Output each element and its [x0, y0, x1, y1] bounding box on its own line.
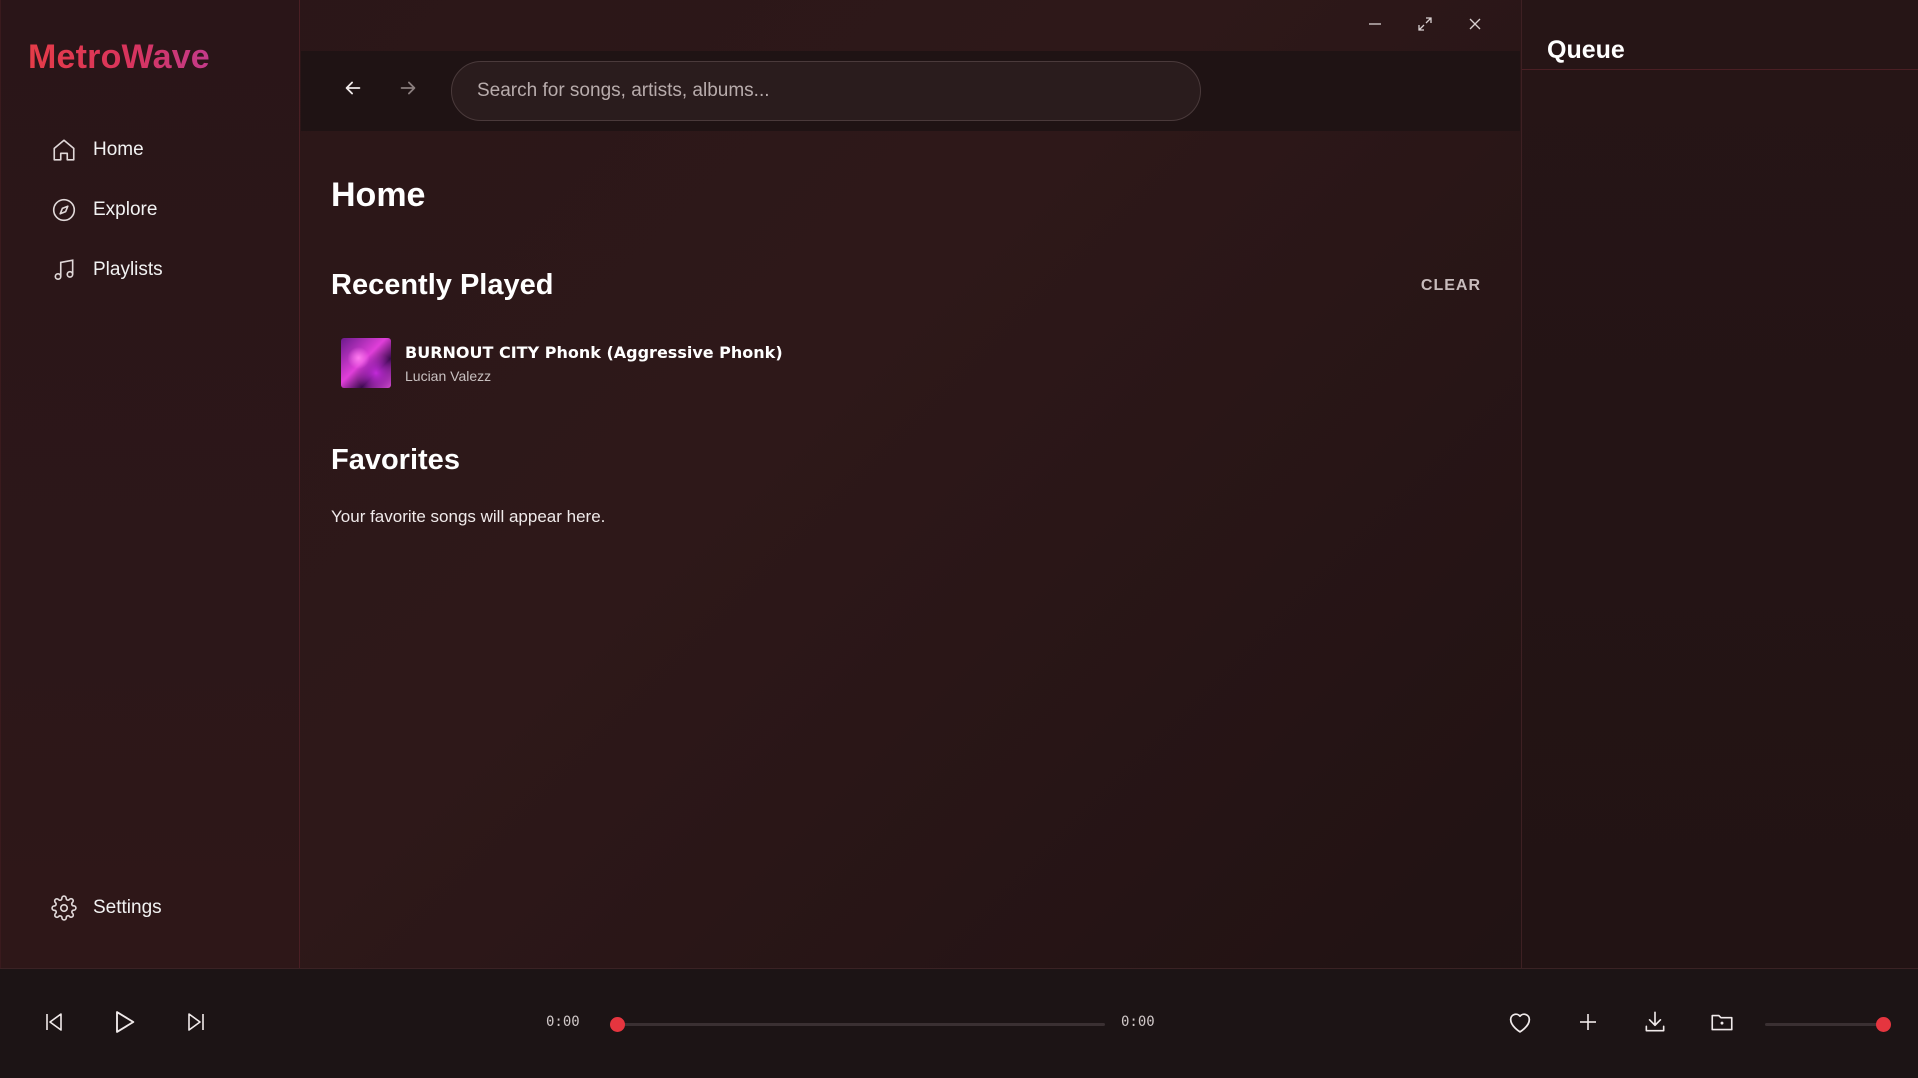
- heart-icon: [1506, 1008, 1534, 1041]
- list-item[interactable]: BURNOUT CITY Phonk (Aggressive Phonk) Lu…: [341, 338, 783, 388]
- seek-handle[interactable]: [610, 1017, 625, 1032]
- album-cover: [341, 338, 391, 388]
- expand-icon: [1417, 16, 1433, 37]
- volume-handle[interactable]: [1876, 1017, 1891, 1032]
- previous-button[interactable]: [37, 1007, 71, 1041]
- sidebar-item-label: Explore: [93, 199, 158, 220]
- player-bar: 0:00 0:00: [0, 968, 1918, 1078]
- open-folder-button[interactable]: [1705, 1007, 1739, 1041]
- add-to-playlist-button[interactable]: [1571, 1007, 1605, 1041]
- gear-icon: [49, 893, 79, 923]
- folder-icon: [1709, 1009, 1735, 1040]
- arrow-left-icon: [342, 77, 364, 104]
- duration-time: 0:00: [1121, 1014, 1155, 1030]
- forward-button[interactable]: [393, 75, 423, 105]
- music-note-icon: [49, 255, 79, 285]
- skip-previous-icon: [42, 1010, 66, 1039]
- clear-button[interactable]: CLEAR: [1421, 277, 1481, 295]
- top-bar: [301, 51, 1520, 131]
- next-button[interactable]: [179, 1007, 213, 1041]
- maximize-button[interactable]: [1400, 12, 1450, 40]
- track-info: BURNOUT CITY Phonk (Aggressive Phonk) Lu…: [405, 343, 783, 384]
- minimize-icon: [1368, 17, 1382, 36]
- sidebar-item-label: Settings: [93, 897, 162, 918]
- sidebar-nav: Home Explore Playlists: [49, 130, 163, 310]
- queue-title: Queue: [1522, 0, 1918, 70]
- page-title: Home: [331, 176, 426, 214]
- compass-icon: [49, 195, 79, 225]
- close-button[interactable]: [1450, 12, 1500, 40]
- app-logo: MetroWave: [28, 38, 210, 76]
- track-artist: Lucian Valezz: [405, 367, 492, 384]
- favorites-heading: Favorites: [331, 444, 460, 476]
- window-controls: [1350, 12, 1500, 40]
- sidebar-item-label: Home: [93, 139, 144, 160]
- app-window: MetroWave Home Explore Playlists Setting…: [0, 0, 1918, 1078]
- play-button[interactable]: [107, 1007, 141, 1041]
- sidebar-item-home[interactable]: Home: [49, 130, 163, 170]
- home-icon: [49, 135, 79, 165]
- sidebar-item-settings[interactable]: Settings: [49, 888, 162, 928]
- download-icon: [1642, 1009, 1668, 1040]
- recently-played-heading: Recently Played: [331, 269, 554, 301]
- play-icon: [110, 1008, 138, 1041]
- close-icon: [1468, 17, 1482, 36]
- favorites-empty-text: Your favorite songs will appear here.: [331, 507, 606, 526]
- sidebar: MetroWave Home Explore Playlists Setting…: [0, 0, 300, 968]
- favorite-button[interactable]: [1503, 1007, 1537, 1041]
- skip-next-icon: [184, 1010, 208, 1039]
- search-input[interactable]: [451, 61, 1201, 121]
- sidebar-item-label: Playlists: [93, 259, 163, 280]
- track-title: BURNOUT CITY Phonk (Aggressive Phonk): [405, 342, 783, 362]
- minimize-button[interactable]: [1350, 12, 1400, 40]
- volume-slider[interactable]: [1765, 1023, 1883, 1026]
- download-button[interactable]: [1638, 1007, 1672, 1041]
- arrow-right-icon: [397, 77, 419, 104]
- sidebar-item-explore[interactable]: Explore: [49, 190, 163, 230]
- seek-bar[interactable]: [617, 1023, 1105, 1026]
- queue-panel: Queue: [1521, 0, 1918, 968]
- plus-icon: [1576, 1010, 1600, 1039]
- elapsed-time: 0:00: [546, 1014, 580, 1030]
- sidebar-item-playlists[interactable]: Playlists: [49, 250, 163, 290]
- back-button[interactable]: [338, 75, 368, 105]
